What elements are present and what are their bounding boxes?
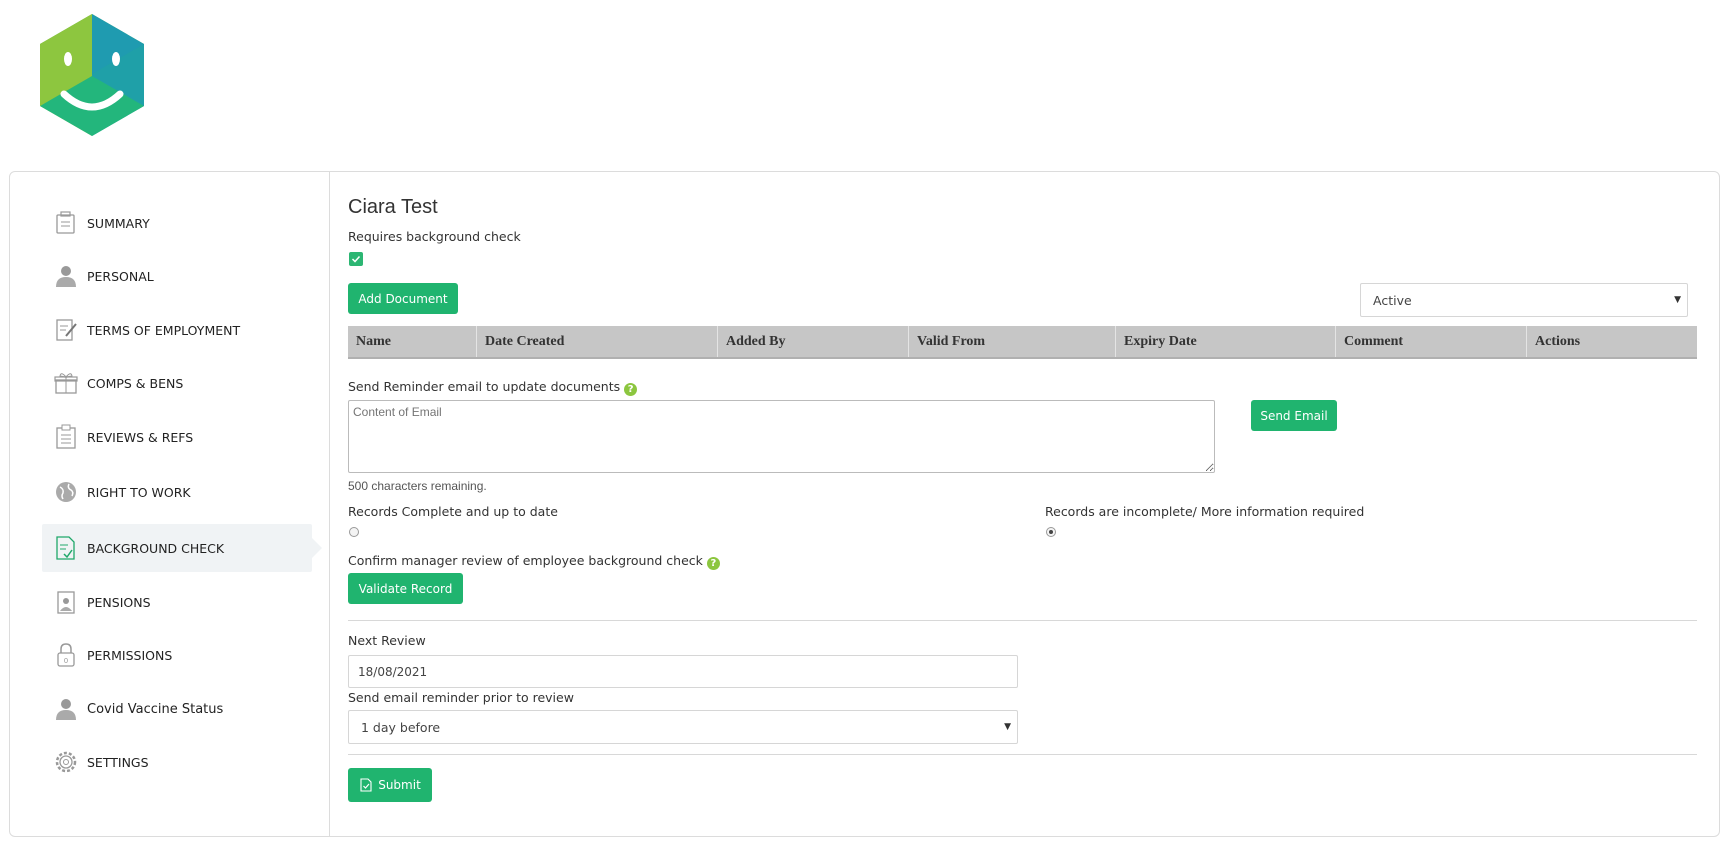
sidebar-item-label: PERSONAL <box>87 268 154 284</box>
document-edit-icon <box>54 317 78 343</box>
column-header-comment[interactable]: Comment <box>1336 326 1527 357</box>
summary-icon <box>54 210 78 236</box>
check-icon <box>351 255 361 263</box>
requires-check-checkbox[interactable] <box>349 252 363 266</box>
confirm-review-text: Confirm manager review of employee backg… <box>348 553 703 568</box>
column-header-name[interactable]: Name <box>348 326 477 357</box>
documents-table-header: Name Date Created Added By Valid From Ex… <box>348 326 1697 359</box>
sidebar: SUMMARY PERSONAL TERMS OF EMPLOYMENT COM… <box>10 172 330 836</box>
pension-icon <box>54 589 78 615</box>
reminder-label: Send Reminder email to update documents? <box>348 379 638 396</box>
main-content: Ciara Test Requires background check Add… <box>348 172 1698 836</box>
lock-icon: 0 <box>54 642 78 668</box>
person-icon <box>54 263 78 289</box>
column-header-date-created[interactable]: Date Created <box>477 326 718 357</box>
send-email-button[interactable]: Send Email <box>1251 400 1337 431</box>
person-icon <box>54 696 78 722</box>
column-header-added-by[interactable]: Added By <box>718 326 909 357</box>
sidebar-item-background-check[interactable]: BACKGROUND CHECK <box>42 524 322 572</box>
sidebar-item-summary[interactable]: SUMMARY <box>42 199 312 247</box>
records-incomplete-radio[interactable] <box>1046 527 1056 537</box>
employee-card: SUMMARY PERSONAL TERMS OF EMPLOYMENT COM… <box>9 171 1720 837</box>
column-header-actions[interactable]: Actions <box>1527 326 1697 357</box>
confirm-review-label: Confirm manager review of employee backg… <box>348 553 720 570</box>
email-content-textarea[interactable] <box>348 400 1215 473</box>
sidebar-item-label: TERMS OF EMPLOYMENT <box>87 322 241 338</box>
document-check-icon <box>360 778 372 792</box>
sidebar-item-settings[interactable]: SETTINGS <box>42 738 312 786</box>
sidebar-item-label: SETTINGS <box>87 754 149 770</box>
submit-button[interactable]: Submit <box>348 768 432 802</box>
sidebar-item-pensions[interactable]: PENSIONS <box>42 578 312 626</box>
sidebar-item-label: BACKGROUND CHECK <box>87 540 225 556</box>
status-filter-select[interactable]: Active ▼ <box>1360 283 1688 317</box>
records-complete-radio[interactable] <box>349 527 359 537</box>
clipboard-icon <box>54 424 78 450</box>
reminder-label-text: Send Reminder email to update documents <box>348 379 621 394</box>
sidebar-item-personal[interactable]: PERSONAL <box>42 252 312 300</box>
gear-icon <box>54 749 78 775</box>
sidebar-item-permissions[interactable]: 0 PERMISSIONS <box>42 631 312 679</box>
add-document-button[interactable]: Add Document <box>348 283 458 314</box>
next-review-date-input[interactable]: 18/08/2021 <box>348 655 1018 688</box>
sidebar-item-label: PERMISSIONS <box>87 647 173 663</box>
sidebar-item-label: REVIEWS & REFS <box>87 429 194 445</box>
brand-logo <box>40 14 144 136</box>
sidebar-item-label: PENSIONS <box>87 594 151 610</box>
help-icon[interactable]: ? <box>706 557 720 570</box>
sidebar-item-reviews-refs[interactable]: REVIEWS & REFS <box>42 413 312 461</box>
page-title: Ciara Test <box>348 196 438 218</box>
caret-down-icon: ▼ <box>1004 722 1011 732</box>
gift-icon <box>54 370 78 396</box>
reminder-prior-value: 1 day before <box>361 719 441 735</box>
svg-text:0: 0 <box>64 657 68 665</box>
requires-check-label: Requires background check <box>348 229 521 244</box>
status-filter-value: Active <box>1373 292 1412 308</box>
document-check-icon <box>54 535 78 561</box>
sidebar-item-covid-vaccine-status[interactable]: Covid Vaccine Status <box>42 685 312 733</box>
sidebar-item-label: Covid Vaccine Status <box>87 701 224 717</box>
column-header-expiry-date[interactable]: Expiry Date <box>1116 326 1336 357</box>
globe-icon <box>54 479 78 505</box>
validate-record-button[interactable]: Validate Record <box>348 573 463 604</box>
caret-down-icon: ▼ <box>1674 295 1681 305</box>
sidebar-item-comps-bens[interactable]: COMPS & BENS <box>42 359 312 407</box>
submit-label: Submit <box>378 778 421 792</box>
help-icon[interactable]: ? <box>624 383 638 396</box>
reminder-prior-select[interactable]: 1 day before ▼ <box>348 710 1018 744</box>
records-incomplete-label: Records are incomplete/ More information… <box>1045 504 1365 519</box>
next-review-date-value: 18/08/2021 <box>358 664 428 679</box>
next-review-label: Next Review <box>348 633 426 648</box>
records-complete-label: Records Complete and up to date <box>348 504 558 519</box>
column-header-valid-from[interactable]: Valid From <box>909 326 1116 357</box>
sidebar-item-label: RIGHT TO WORK <box>87 484 191 500</box>
sidebar-item-terms-of-employment[interactable]: TERMS OF EMPLOYMENT <box>42 306 312 354</box>
sidebar-item-right-to-work[interactable]: RIGHT TO WORK <box>42 468 312 516</box>
sidebar-item-label: COMPS & BENS <box>87 375 184 391</box>
divider <box>348 620 1697 621</box>
chars-remaining: 500 characters remaining. <box>348 479 487 493</box>
sidebar-item-label: SUMMARY <box>87 215 150 231</box>
reminder-prior-label: Send email reminder prior to review <box>348 690 574 705</box>
divider <box>348 754 1697 755</box>
